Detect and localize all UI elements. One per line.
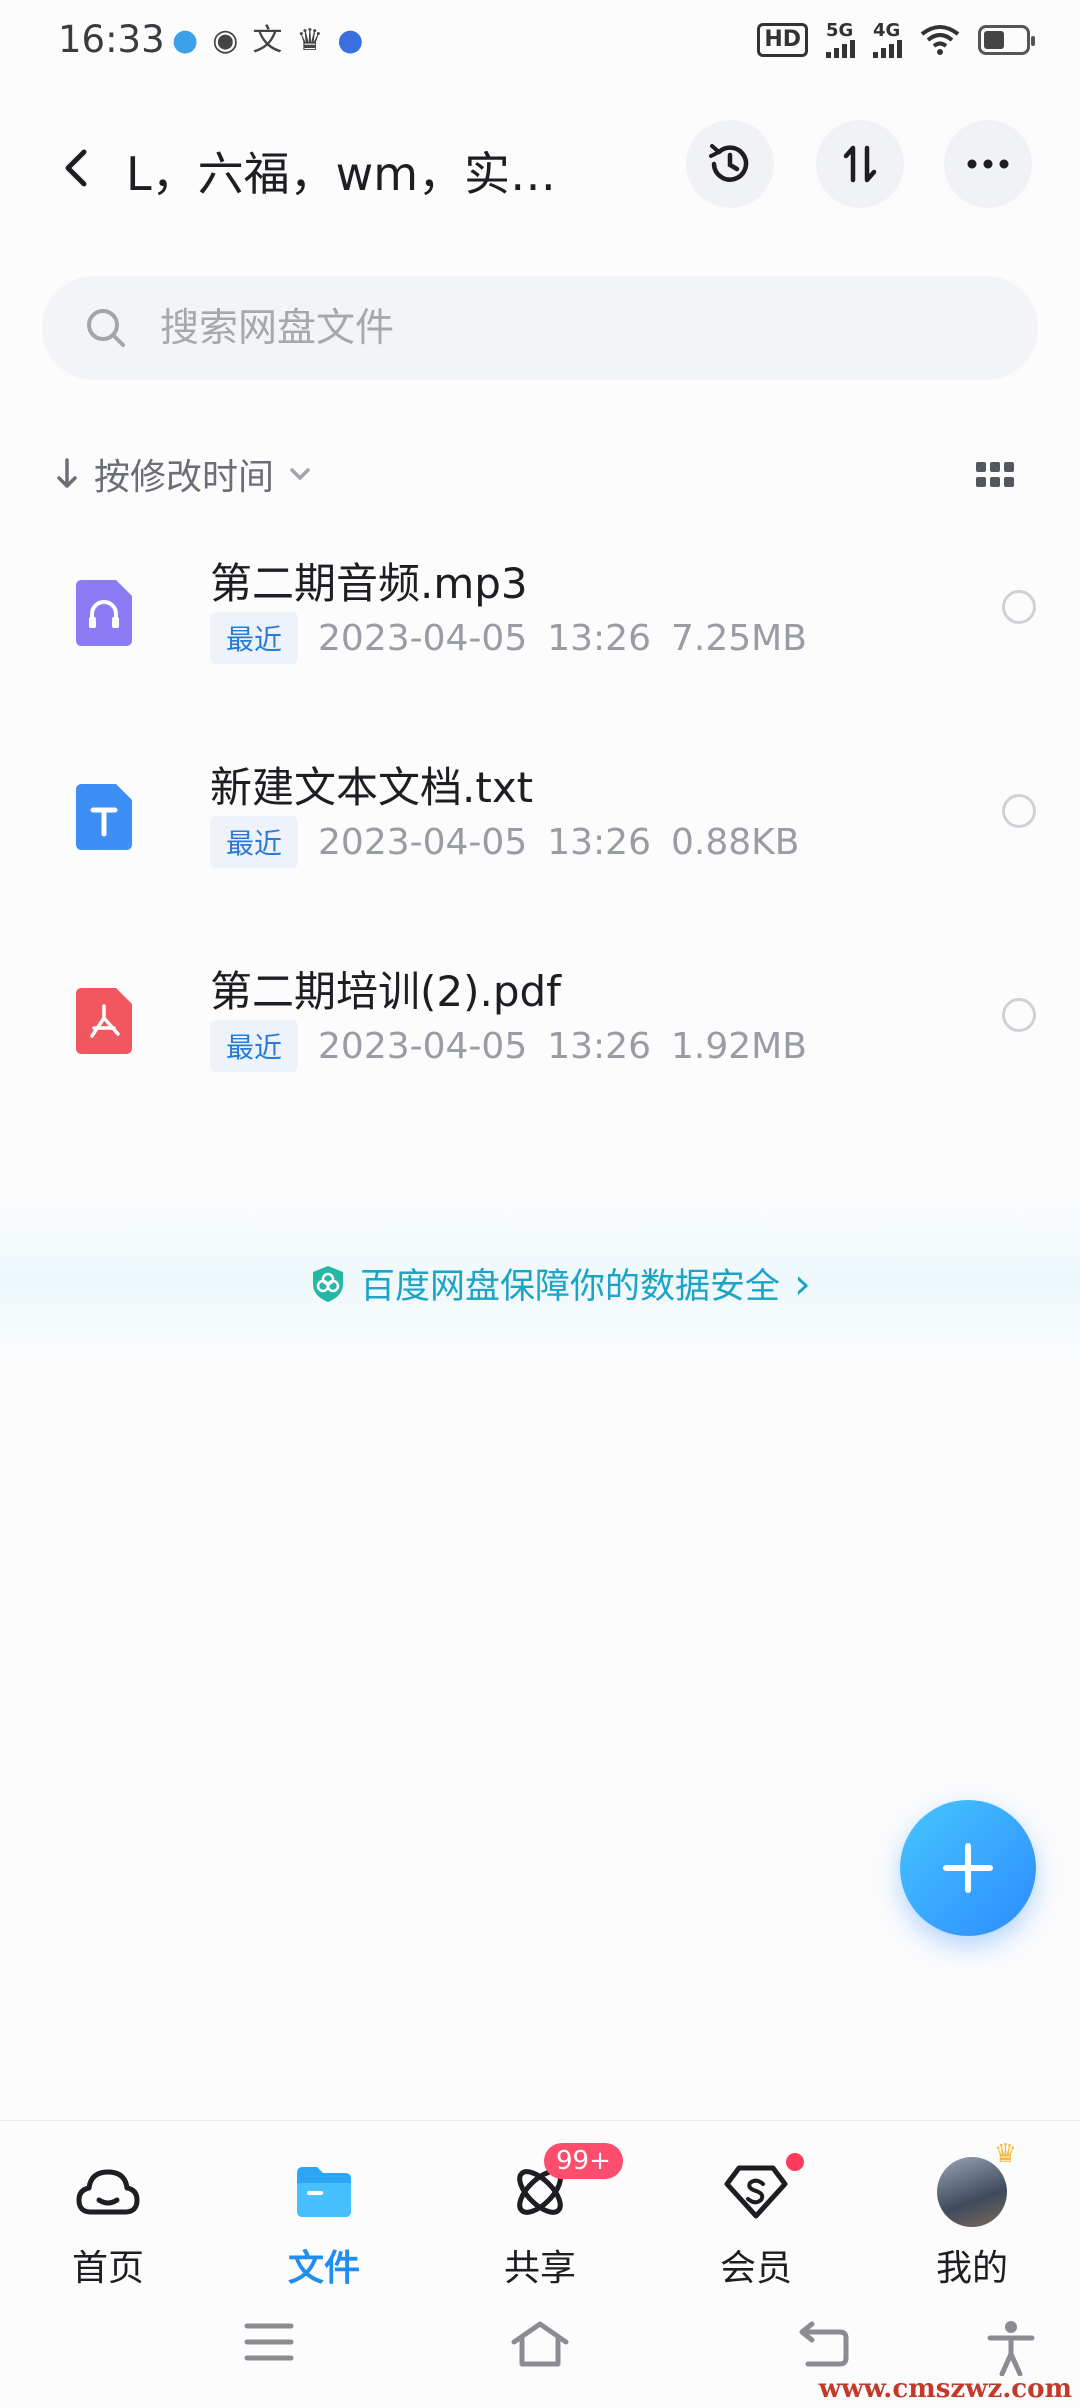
search-input[interactable] <box>160 298 980 358</box>
status-time: 16:33 <box>58 18 165 61</box>
text-notif-icon: 文 <box>252 23 283 58</box>
notification-dot <box>786 2153 804 2171</box>
paw-notif-icon: ● <box>337 23 364 58</box>
file-size: 1.92MB <box>670 1025 807 1067</box>
promo-text: 百度网盘保障你的数据安全 <box>360 1267 781 1307</box>
share-count-badge: 99+ <box>544 2143 623 2179</box>
recent-badge: 最近 <box>210 1020 299 1072</box>
recent-badge: 最近 <box>210 612 299 664</box>
nav-label: 共享 <box>503 2248 576 2289</box>
nav-files[interactable]: 文件 <box>244 2151 404 2291</box>
status-right: HD 5G 4G <box>757 22 1035 58</box>
nav-label: 会员 <box>719 2248 792 2289</box>
bottom-nav: 首页 文件 99+ 共享 会员 ♛ 我的 <box>0 2120 1080 2290</box>
nav-home[interactable]: 首页 <box>28 2151 188 2291</box>
more-dots-icon <box>967 159 1009 169</box>
nav-mine[interactable]: ♛ 我的 <box>892 2139 1052 2291</box>
history-button[interactable] <box>686 120 774 208</box>
watermark: www.cmszwz.com <box>818 2374 1072 2404</box>
chevron-down-icon <box>290 468 310 481</box>
folder-title: L，六福，wm，实… <box>126 147 557 201</box>
file-size: 0.88KB <box>670 821 800 863</box>
file-time: 13:26 <box>547 617 651 659</box>
crown-icon: ♛ <box>993 2139 1017 2169</box>
signal-4g-icon: 4G <box>873 22 902 58</box>
nav-label: 首页 <box>71 2248 144 2289</box>
select-radio[interactable] <box>1002 590 1036 624</box>
shield-icon <box>313 1265 343 1302</box>
file-name: 第二期培训(2).pdf <box>210 967 561 1016</box>
history-icon <box>709 144 749 182</box>
nav-label: 我的 <box>935 2248 1008 2289</box>
crown-notif-icon: ♛ <box>296 23 324 58</box>
vip-diamond-icon <box>724 2165 788 2219</box>
wechat-notif-icon: ◉ <box>212 23 239 58</box>
chevron-right-icon: › <box>794 1259 811 1308</box>
home-icon[interactable] <box>510 2320 570 2368</box>
file-meta: 最近 2023-04-05 13:26 1.92MB <box>210 1020 807 1072</box>
file-row[interactable]: 新建文本文档.txt 最近 2023-04-05 13:26 0.88KB <box>0 744 1080 894</box>
file-row[interactable]: 第二期音频.mp3 最近 2023-04-05 13:26 7.25MB <box>0 540 1080 690</box>
file-time: 13:26 <box>547 821 651 863</box>
nav-vip[interactable]: 会员 <box>676 2151 836 2291</box>
transfer-arrows-icon <box>843 145 877 183</box>
battery-icon <box>978 25 1035 55</box>
select-radio[interactable] <box>1002 998 1036 1032</box>
back-arrow-icon[interactable] <box>52 140 108 196</box>
sort-dropdown[interactable]: 按修改时间 <box>54 448 312 500</box>
title-bar: L，六福，wm，实… <box>0 120 1080 220</box>
file-date: 2023-04-05 <box>318 1025 528 1067</box>
avatar: ♛ <box>937 2139 1017 2227</box>
select-radio[interactable] <box>1002 794 1036 828</box>
add-button[interactable] <box>900 1800 1036 1936</box>
file-date: 2023-04-05 <box>318 821 528 863</box>
more-button[interactable] <box>944 120 1032 208</box>
back-icon[interactable] <box>798 2320 850 2368</box>
menu-icon[interactable] <box>244 2320 294 2364</box>
file-row[interactable]: 第二期培训(2).pdf 最近 2023-04-05 13:26 1.92MB <box>0 948 1080 1098</box>
baidu-netdisk-notif-icon: ● <box>172 23 199 58</box>
plus-icon <box>943 1843 993 1893</box>
nav-label: 文件 <box>287 2248 360 2289</box>
nav-share[interactable]: 99+ 共享 <box>460 2143 623 2291</box>
grid-view-icon[interactable] <box>976 462 1014 488</box>
security-promo-banner[interactable]: 百度网盘保障你的数据安全 › <box>0 1200 1080 1360</box>
notification-icons: ● ◉ 文 ♛ ● <box>172 22 363 60</box>
file-meta: 最近 2023-04-05 13:26 7.25MB <box>210 612 807 664</box>
recent-badge: 最近 <box>210 816 299 868</box>
search-bar[interactable] <box>42 276 1038 380</box>
folder-icon <box>297 2167 351 2217</box>
transfer-button[interactable] <box>816 120 904 208</box>
file-date: 2023-04-05 <box>318 617 528 659</box>
search-icon <box>87 309 125 347</box>
signal-5g-icon: 5G <box>826 22 855 58</box>
file-name: 第二期音频.mp3 <box>210 559 528 608</box>
cloud-home-icon <box>76 2169 140 2215</box>
pdf-file-icon <box>76 988 132 1054</box>
audio-file-icon <box>76 580 132 646</box>
sort-down-arrow-icon <box>57 458 77 488</box>
wifi-icon <box>920 25 960 55</box>
sort-label: 按修改时间 <box>94 457 275 498</box>
system-nav-bar: www.cmszwz.com <box>0 2300 1080 2408</box>
file-size: 7.25MB <box>670 617 807 659</box>
accessibility-icon[interactable] <box>986 2320 1036 2376</box>
hd-icon: HD <box>757 23 808 57</box>
text-file-icon <box>76 784 132 850</box>
file-name: 新建文本文档.txt <box>210 763 534 812</box>
file-meta: 最近 2023-04-05 13:26 0.88KB <box>210 816 799 868</box>
file-time: 13:26 <box>547 1025 651 1067</box>
status-bar: 16:33 ● ◉ 文 ♛ ● HD 5G 4G <box>0 0 1080 84</box>
